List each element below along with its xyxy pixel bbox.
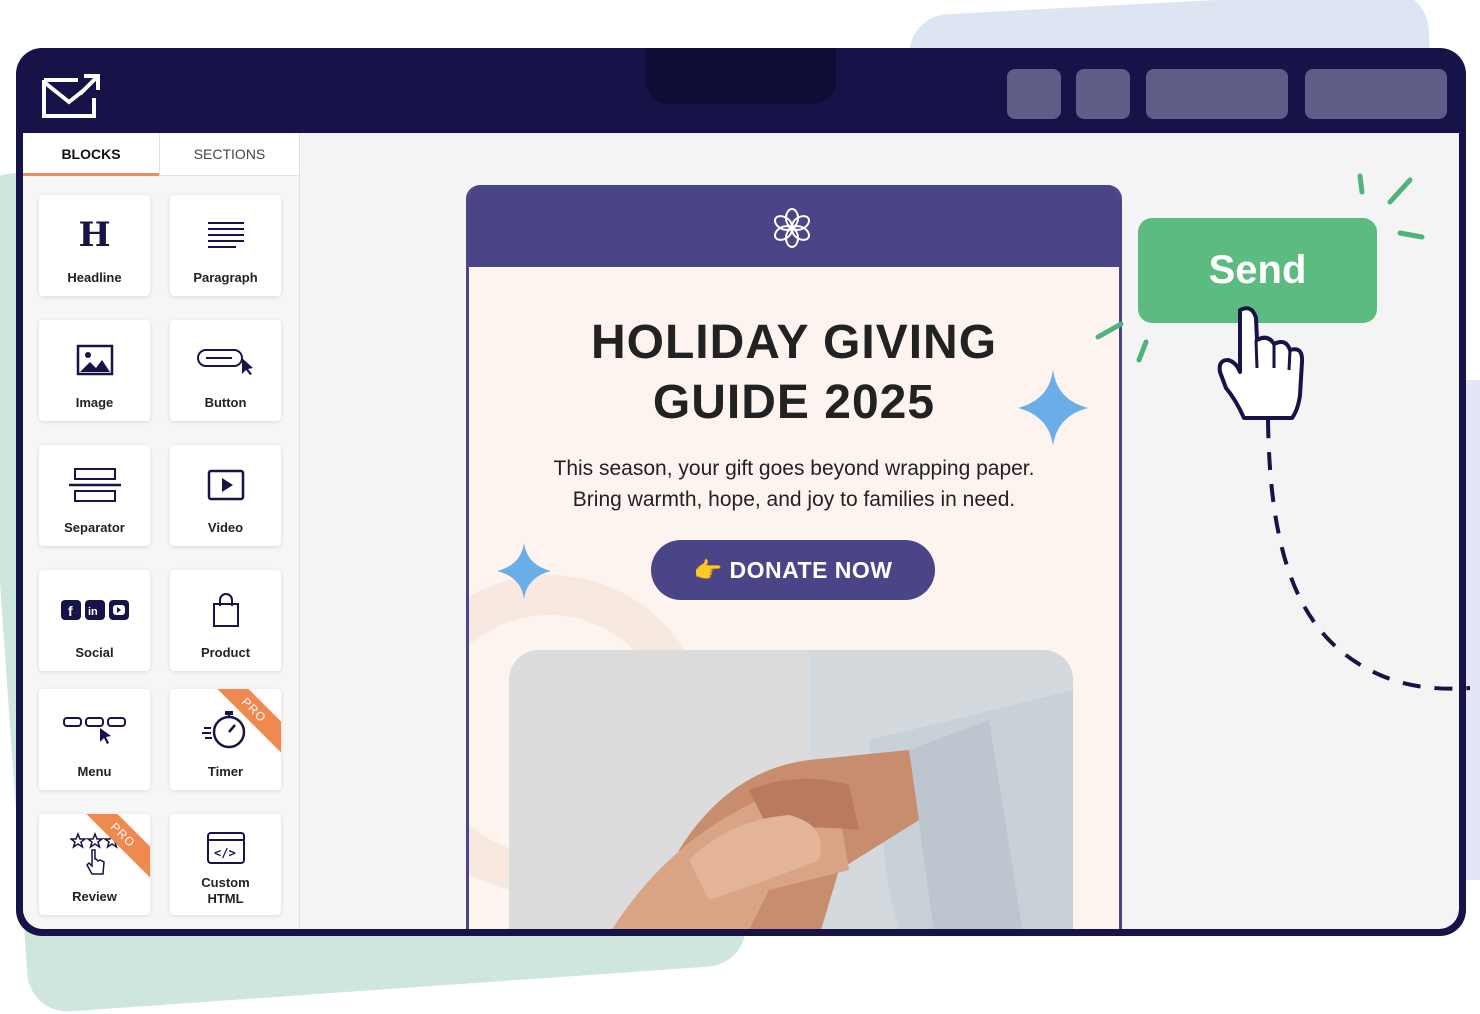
block-timer[interactable]: Timer PRO <box>170 689 281 790</box>
block-label: Custom HTML <box>201 875 250 906</box>
sidebar-tabs: BLOCKS SECTIONS <box>23 133 299 176</box>
block-label: Button <box>204 395 247 410</box>
social-icon: f in <box>39 590 150 630</box>
window-notch <box>646 48 836 104</box>
block-label: Review <box>72 889 117 904</box>
block-label: Timer <box>207 764 244 779</box>
toolbar-button-1[interactable] <box>1007 69 1061 119</box>
block-label: Separator <box>64 520 125 535</box>
email-title-line: HOLIDAY GIVING <box>590 316 998 369</box>
video-icon <box>170 465 281 505</box>
block-label: Product <box>200 645 251 660</box>
blocks-sidebar: BLOCKS SECTIONS H Headline Paragraph Ima… <box>23 133 300 929</box>
flower-icon <box>773 208 811 248</box>
editor-window: BLOCKS SECTIONS H Headline Paragraph Ima… <box>16 48 1466 936</box>
donate-button[interactable]: 👉 DONATE NOW <box>651 540 935 600</box>
block-label: Headline <box>67 270 122 285</box>
block-label: Image <box>75 395 114 410</box>
block-social[interactable]: f in Social <box>39 570 150 671</box>
block-paragraph[interactable]: Paragraph <box>170 195 281 296</box>
email-title-line: GUIDE 2025 <box>652 376 936 429</box>
paragraph-icon <box>170 215 281 255</box>
block-separator[interactable]: Separator <box>39 445 150 546</box>
top-bar <box>16 48 1466 132</box>
block-menu[interactable]: Menu <box>39 689 150 790</box>
menu-icon <box>39 709 150 749</box>
mail-send-icon[interactable] <box>40 72 102 120</box>
block-video[interactable]: Video <box>170 445 281 546</box>
block-label: Social <box>75 645 114 660</box>
block-custom-html[interactable]: </> Custom HTML <box>170 814 281 915</box>
block-image[interactable]: Image <box>39 320 150 421</box>
product-icon <box>170 590 281 630</box>
email-body-line: Bring warmth, hope, and joy to families … <box>572 488 1016 511</box>
image-icon <box>39 340 150 380</box>
block-label: Paragraph <box>193 270 258 285</box>
email-preview: HOLIDAY GIVING GUIDE 2025 This season, y… <box>466 185 1122 929</box>
email-body-line: This season, your gift goes beyond wrapp… <box>553 457 1035 480</box>
toolbar-button-3[interactable] <box>1146 69 1288 119</box>
tab-sections[interactable]: SECTIONS <box>160 133 299 175</box>
toolbar-button-2[interactable] <box>1076 69 1130 119</box>
block-review[interactable]: Review PRO <box>39 814 150 915</box>
code-icon: </> <box>170 828 281 868</box>
svg-text:in: in <box>88 606 98 618</box>
block-label: Video <box>207 520 244 535</box>
email-header <box>469 185 1119 267</box>
svg-text:f: f <box>68 603 73 619</box>
block-label: Menu <box>77 764 112 779</box>
block-headline[interactable]: H Headline <box>39 195 150 296</box>
hands-photo <box>509 650 1073 929</box>
block-product[interactable]: Product <box>170 570 281 671</box>
email-title: HOLIDAY GIVING GUIDE 2025 <box>469 313 1119 433</box>
toolbar-button-4[interactable] <box>1305 69 1447 119</box>
headline-icon: H <box>78 215 111 255</box>
tab-blocks[interactable]: BLOCKS <box>23 133 159 176</box>
svg-text:</>: </> <box>214 846 236 860</box>
send-button[interactable]: Send <box>1138 218 1377 323</box>
separator-icon <box>39 465 150 505</box>
email-body-text: This season, your gift goes beyond wrapp… <box>469 453 1119 515</box>
button-icon <box>170 340 281 380</box>
block-button[interactable]: Button <box>170 320 281 421</box>
